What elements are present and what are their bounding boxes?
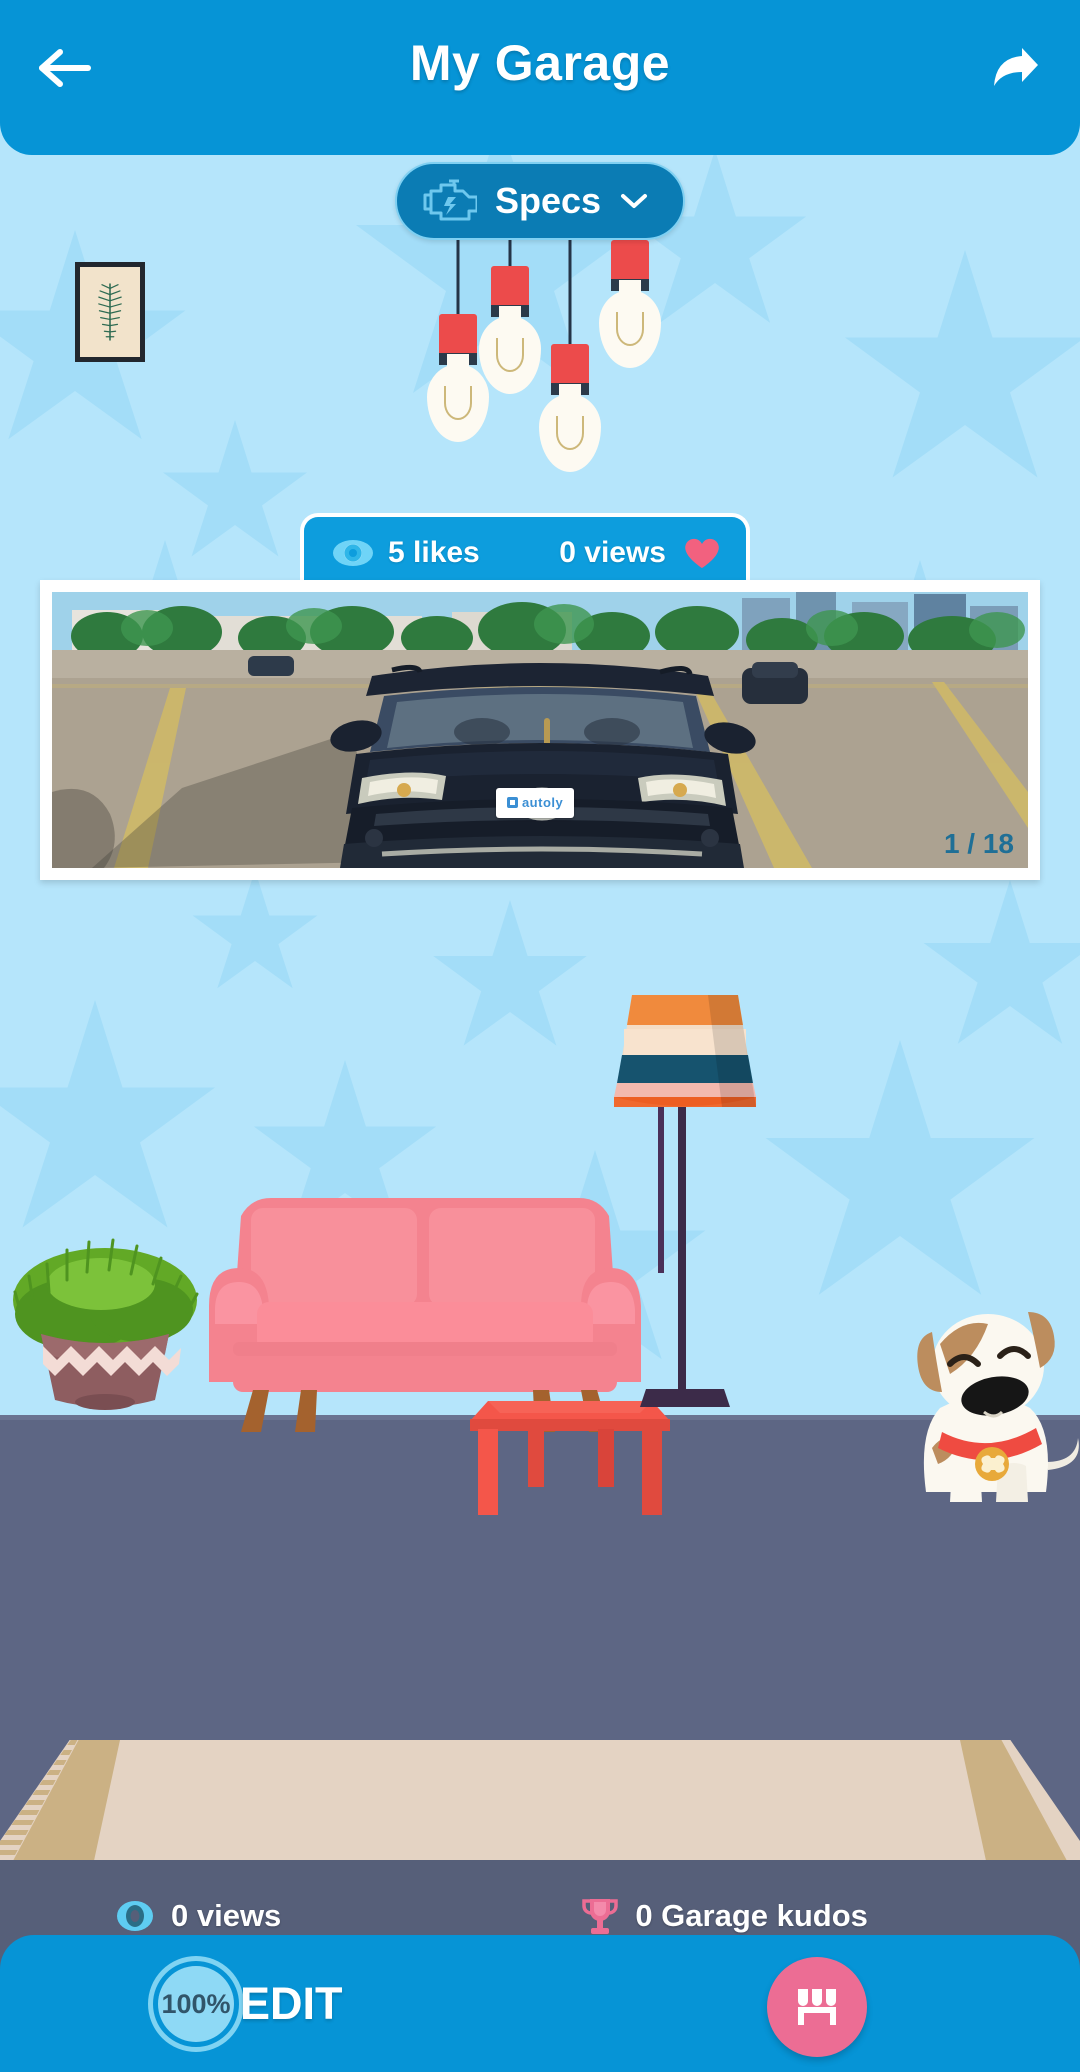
edit-button[interactable]: 100% EDIT bbox=[148, 1956, 343, 2052]
shop-button[interactable] bbox=[767, 1957, 867, 2057]
edit-label: EDIT bbox=[240, 1978, 343, 2030]
eye-icon bbox=[115, 1899, 155, 1933]
likes-views-bar[interactable]: 5 likes 0 views bbox=[300, 513, 750, 589]
app-header: My Garage bbox=[0, 0, 1080, 155]
vehicle-photo-card[interactable]: autoly 1 / 18 bbox=[40, 580, 1040, 880]
license-plate-text: autoly bbox=[522, 795, 563, 810]
views-count: 0 views bbox=[171, 1898, 281, 1934]
chevron-down-icon bbox=[619, 191, 649, 211]
kudos-count: 0 Garage kudos bbox=[635, 1898, 868, 1934]
share-arrow-icon bbox=[988, 44, 1040, 92]
eye-icon bbox=[332, 538, 374, 568]
hanging-bulb bbox=[590, 196, 670, 496]
bottom-toolbar: 100% EDIT bbox=[0, 1935, 1080, 2072]
stat-kudos: 0 Garage kudos bbox=[581, 1896, 868, 1936]
fern-icon bbox=[97, 281, 123, 343]
engine-icon bbox=[419, 177, 477, 225]
specs-dropdown[interactable]: Specs bbox=[395, 162, 685, 240]
photo-page-counter: 1 / 18 bbox=[944, 828, 1014, 860]
license-plate: autoly bbox=[496, 788, 574, 818]
share-button[interactable] bbox=[978, 32, 1050, 104]
completion-percent: 100% bbox=[158, 1966, 234, 2042]
vehicle-photo[interactable]: autoly 1 / 18 bbox=[52, 592, 1028, 868]
dog-decoration[interactable] bbox=[880, 1280, 1080, 1505]
heart-icon[interactable] bbox=[680, 533, 724, 573]
stat-views: 0 views bbox=[115, 1898, 281, 1934]
specs-label: Specs bbox=[495, 180, 601, 222]
rug bbox=[0, 1740, 1080, 1870]
completion-ring: 100% bbox=[148, 1956, 244, 2052]
autoly-logo-icon bbox=[507, 797, 518, 808]
photo-views-count: 0 views bbox=[559, 536, 666, 570]
floor-lamp[interactable] bbox=[600, 975, 770, 1435]
trophy-icon bbox=[581, 1896, 619, 1936]
framed-fern-picture[interactable] bbox=[75, 262, 145, 362]
likes-count: 5 likes bbox=[388, 536, 480, 570]
storefront-icon bbox=[791, 1983, 843, 2031]
potted-plant[interactable] bbox=[5, 1222, 205, 1422]
page-title: My Garage bbox=[0, 34, 1080, 92]
app-stage: 5 likes 0 views bbox=[0, 0, 1080, 2072]
